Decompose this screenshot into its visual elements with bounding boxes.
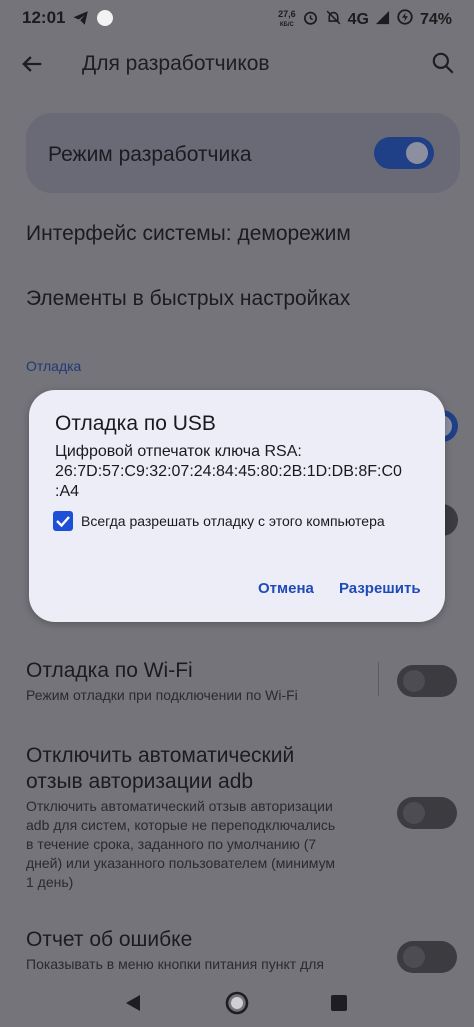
mute-icon bbox=[325, 9, 342, 31]
adb-revoke-sub-line3: в течение срока, заданного по умолчанию … bbox=[26, 836, 317, 852]
search-icon[interactable] bbox=[430, 50, 458, 78]
toggle-knob bbox=[406, 142, 428, 164]
rsa-fingerprint: 26:7D:57:C9:32:07:24:84:45:80:2B:1D:DB:8… bbox=[55, 463, 402, 480]
app-bar: Для разработчиков bbox=[0, 40, 474, 88]
adb-revoke-sub-line4: дней) или указанного пользователем (мини… bbox=[26, 855, 336, 871]
debugging-section-header: Отладка bbox=[26, 358, 82, 374]
developer-mode-toggle[interactable] bbox=[374, 137, 434, 169]
allow-button[interactable]: Разрешить bbox=[339, 580, 421, 597]
back-arrow-icon[interactable] bbox=[18, 50, 46, 78]
adb-revoke-title-line2[interactable]: отзыв авторизации adb bbox=[26, 770, 253, 794]
cancel-button[interactable]: Отмена bbox=[258, 580, 314, 597]
adb-revoke-sub-line1: Отключить автоматический отзыв авторизац… bbox=[26, 798, 333, 814]
network-type: 4G bbox=[347, 10, 369, 28]
settings-page: 12:01 27,6 КБ/С 4G 74% Для разработчиков… bbox=[0, 0, 474, 1027]
wifi-debug-toggle[interactable] bbox=[397, 665, 457, 697]
battery-saver-icon bbox=[396, 8, 414, 31]
dialog-title: Отладка по USB bbox=[55, 412, 216, 435]
telegram-icon bbox=[72, 9, 90, 32]
nav-back-icon[interactable] bbox=[124, 993, 142, 1018]
quick-settings-item[interactable]: Элементы в быстрых настройках bbox=[26, 287, 350, 311]
signal-icon bbox=[375, 10, 390, 30]
notification-icons bbox=[72, 9, 114, 32]
toggle-knob bbox=[403, 946, 425, 968]
usb-debug-dialog: Отладка по USB Цифровой отпечаток ключа … bbox=[29, 390, 445, 622]
nav-recents-icon[interactable] bbox=[330, 994, 348, 1017]
bug-report-title[interactable]: Отчет об ошибке bbox=[26, 928, 192, 952]
demo-mode-item[interactable]: Интерфейс системы: деморежим bbox=[26, 222, 351, 246]
battery-level: 74% bbox=[419, 10, 452, 28]
adb-revoke-title-line1[interactable]: Отключить автоматический bbox=[26, 744, 294, 768]
rsa-label: Цифровой отпечаток ключа RSA: bbox=[55, 443, 302, 460]
developer-mode-label: Режим разработчика bbox=[48, 143, 252, 166]
network-speed: 27,6 КБ/С bbox=[278, 8, 296, 30]
alarm-icon bbox=[302, 9, 319, 31]
nav-home-icon[interactable] bbox=[225, 991, 249, 1020]
adb-revoke-sub-line5: 1 день) bbox=[26, 874, 74, 890]
toggle-knob bbox=[403, 670, 425, 692]
bug-report-subtitle: Показывать в меню кнопки питания пункт д… bbox=[26, 956, 324, 972]
dot-icon bbox=[96, 9, 114, 32]
bug-report-toggle[interactable] bbox=[397, 941, 457, 973]
divider bbox=[378, 662, 379, 696]
always-allow-label[interactable]: Всегда разрешать отладку с этого компьют… bbox=[81, 513, 385, 529]
navigation-bar bbox=[0, 975, 474, 1027]
page-title: Для разработчиков bbox=[82, 52, 270, 75]
network-speed-value: 27,6 bbox=[278, 8, 296, 19]
dialog-body: Цифровой отпечаток ключа RSA: 26:7D:57:C… bbox=[55, 442, 435, 502]
toggle-knob bbox=[403, 802, 425, 824]
adb-revoke-sub-line2: adb для систем, которые не переподключал… bbox=[26, 817, 336, 833]
wifi-debug-subtitle: Режим отладки при подключении по Wi-Fi bbox=[26, 687, 298, 703]
network-speed-unit: КБ/С bbox=[279, 21, 294, 28]
wifi-debug-title[interactable]: Отладка по Wi-Fi bbox=[26, 659, 193, 683]
developer-mode-card[interactable]: Режим разработчика bbox=[26, 113, 460, 193]
rsa-fingerprint-end: :A4 bbox=[55, 483, 80, 500]
always-allow-checkbox[interactable] bbox=[53, 511, 73, 531]
status-time: 12:01 bbox=[22, 8, 66, 27]
checkmark-icon bbox=[56, 516, 70, 528]
status-indicators: 27,6 КБ/С 4G 74% bbox=[278, 8, 452, 31]
adb-revoke-toggle[interactable] bbox=[397, 797, 457, 829]
status-bar: 12:01 27,6 КБ/С 4G 74% bbox=[0, 0, 474, 34]
